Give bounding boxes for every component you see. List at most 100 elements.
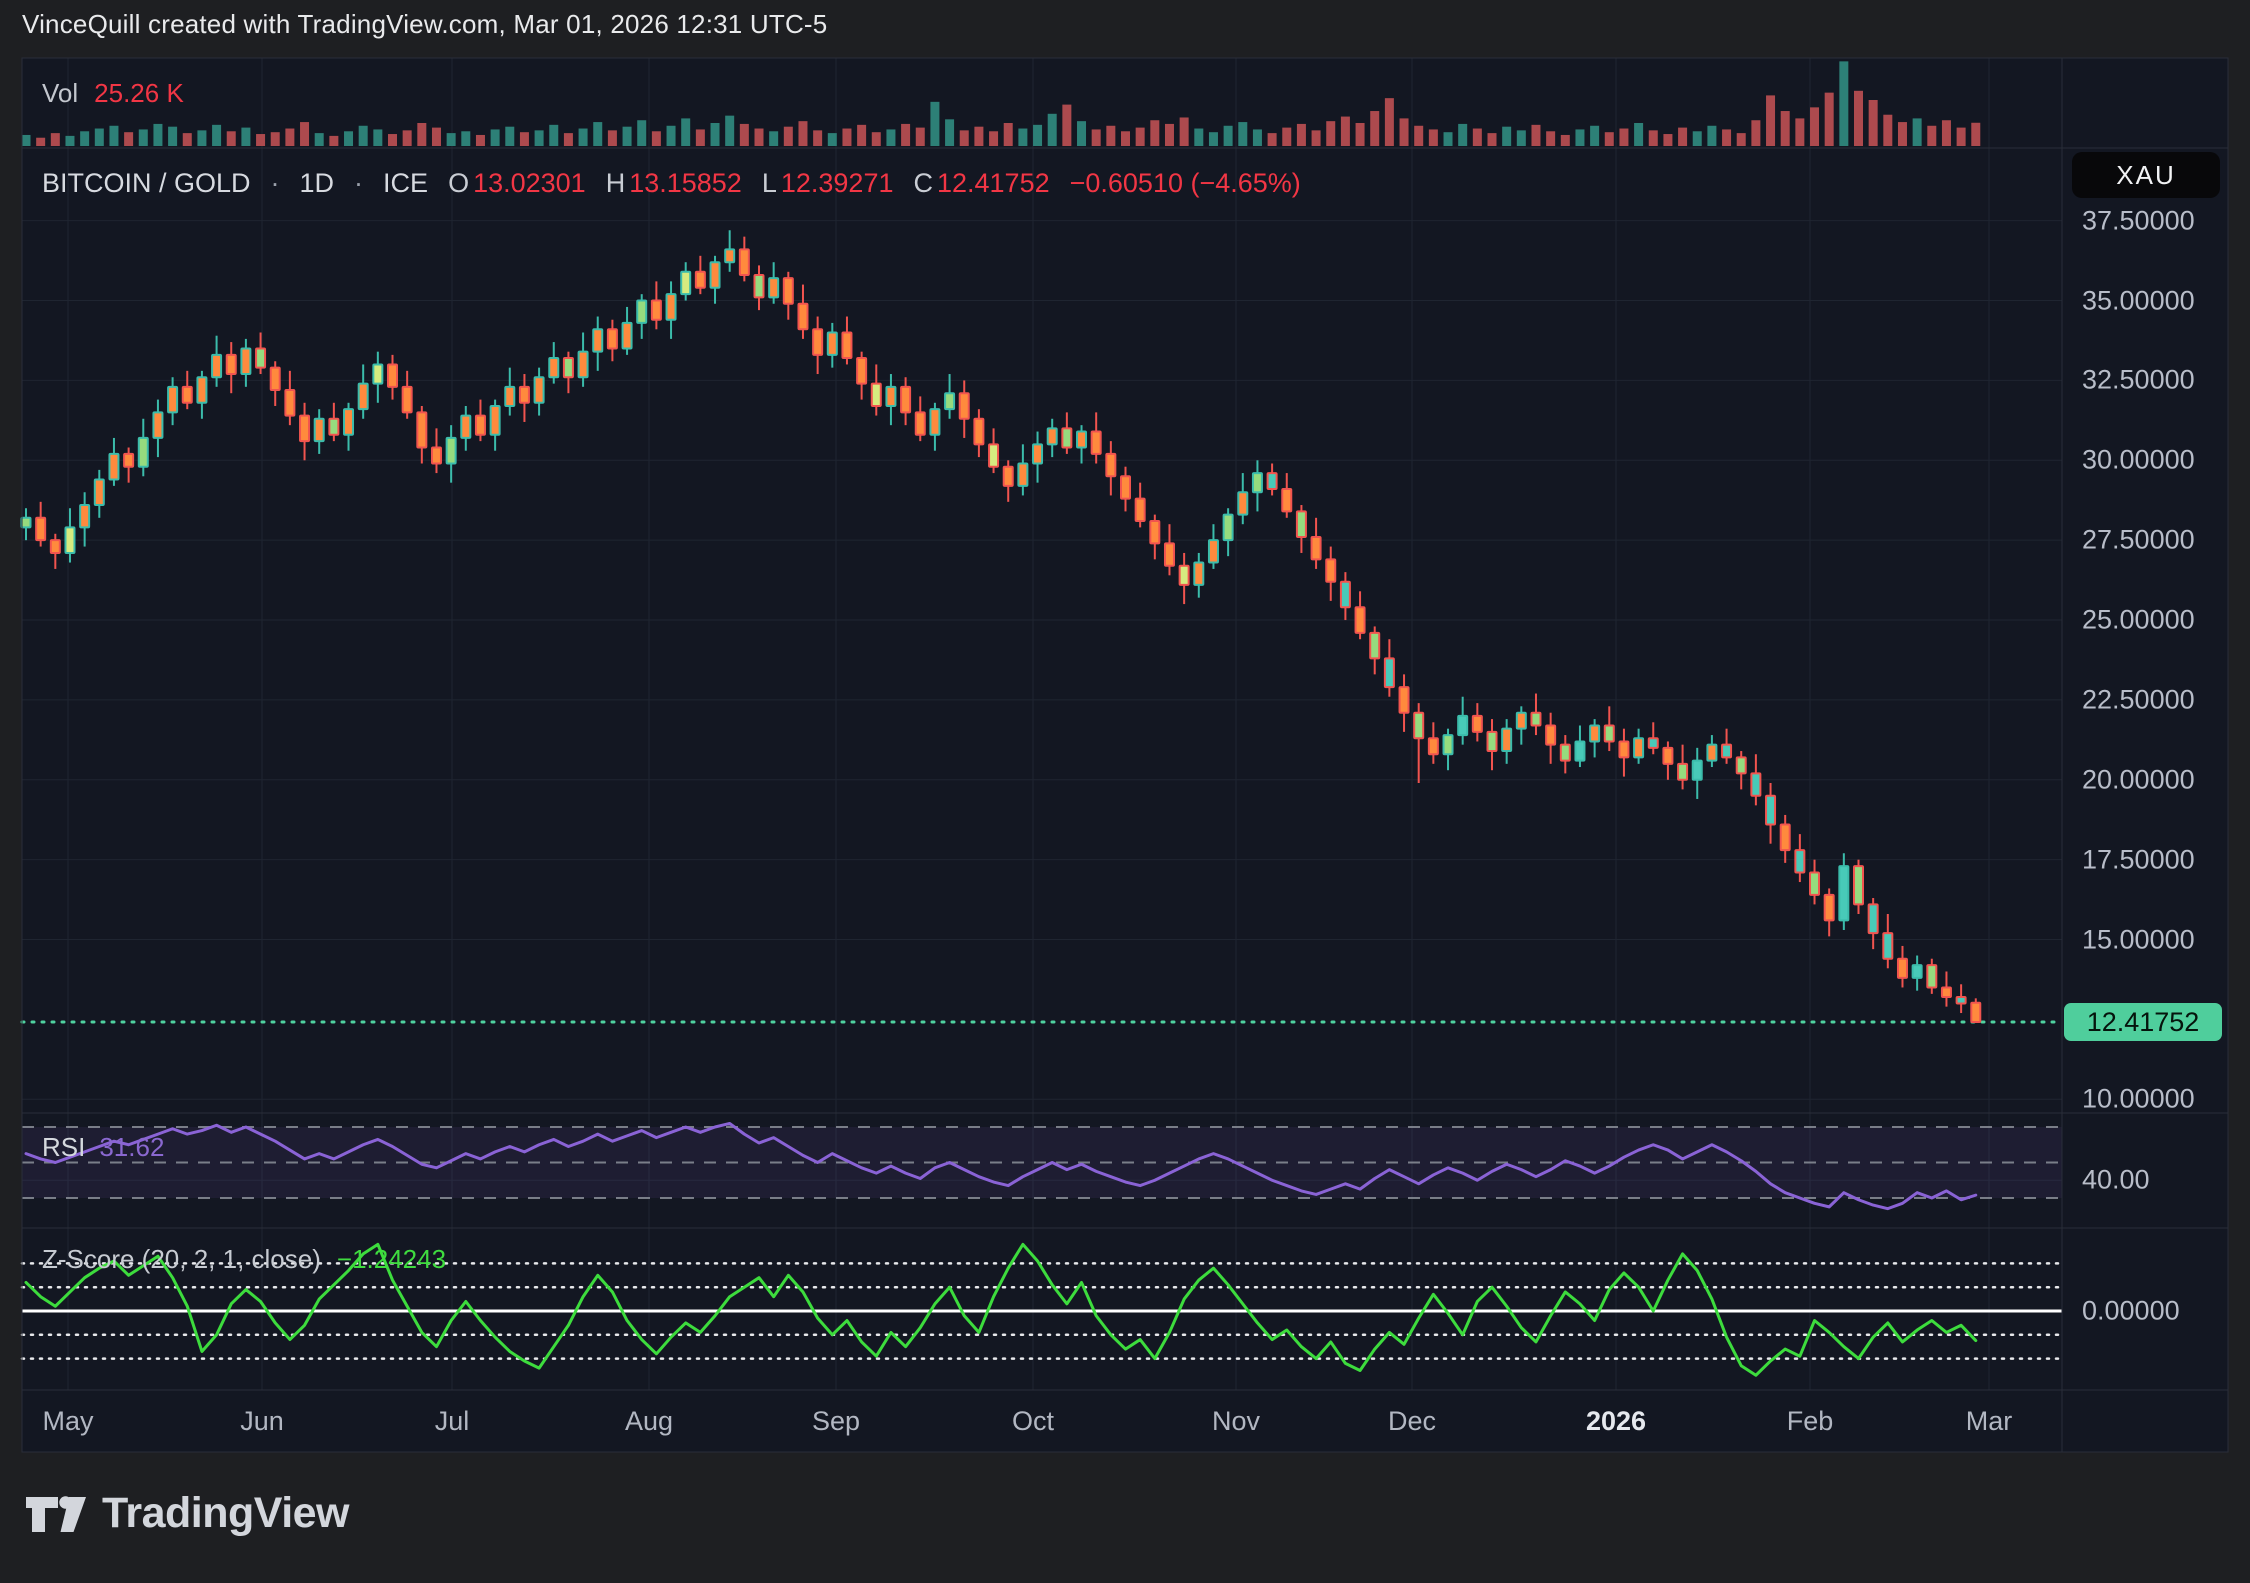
- volume-bar: [1180, 117, 1189, 146]
- volume-bar: [1092, 129, 1101, 146]
- volume-bar: [256, 134, 265, 146]
- candle-body: [593, 329, 602, 351]
- candle-body: [197, 377, 206, 403]
- candle-body: [1077, 432, 1086, 448]
- low-readout: L 12.39271: [762, 168, 894, 199]
- volume-bar: [960, 130, 969, 146]
- volume-bar: [1737, 133, 1746, 146]
- volume-bar: [505, 127, 514, 146]
- volume-bar: [842, 129, 851, 146]
- volume-bar: [740, 124, 749, 146]
- candle-body: [1282, 489, 1291, 511]
- volume-bar: [1825, 93, 1834, 146]
- volume-bar: [300, 122, 309, 146]
- attribution-text: VinceQuill created with TradingView.com,…: [22, 9, 827, 40]
- rsi-legend: RSI 31.62: [42, 1132, 164, 1163]
- volume-bar: [1473, 129, 1482, 146]
- volume-bar: [1444, 132, 1453, 146]
- price-tick-label: 32.50000: [2082, 365, 2195, 396]
- time-tick-month: Mar: [1966, 1406, 2013, 1437]
- candle-body: [1869, 904, 1878, 933]
- candle: [1971, 998, 1980, 1023]
- candle-body: [930, 409, 939, 435]
- candle-body: [1268, 473, 1277, 489]
- volume-bar: [432, 128, 441, 146]
- candle-body: [696, 272, 705, 288]
- chart-canvas[interactable]: [0, 0, 2250, 1583]
- candle-body: [1722, 745, 1731, 758]
- volume-bar: [1356, 123, 1365, 146]
- zscore-legend: Z-Score (20, 2, 1, close) −1.24243: [42, 1244, 446, 1275]
- symbol-name[interactable]: BITCOIN / GOLD: [42, 168, 251, 199]
- volume-bar: [1619, 129, 1628, 146]
- volume-bar: [1649, 130, 1658, 146]
- candle-body: [637, 301, 646, 323]
- rsi-title[interactable]: RSI: [42, 1132, 85, 1163]
- candle-body: [755, 275, 764, 297]
- volume-bar: [579, 129, 588, 146]
- time-tick-month: Feb: [1787, 1406, 1834, 1437]
- candle-body: [1561, 745, 1570, 761]
- volume-bar: [1957, 128, 1966, 146]
- candle-body: [1106, 454, 1115, 476]
- candle-body: [1781, 825, 1790, 851]
- zscore-title[interactable]: Z-Score (20, 2, 1, close): [42, 1244, 321, 1275]
- candle-body: [80, 505, 89, 527]
- rsi-value: 31.62: [99, 1132, 164, 1163]
- price-tick-label: 25.00000: [2082, 605, 2195, 636]
- candle-body: [1649, 738, 1658, 748]
- candle-body: [974, 419, 983, 445]
- candle-body: [51, 540, 60, 553]
- price-unit-badge[interactable]: XAU: [2072, 152, 2220, 198]
- ticker-header: BITCOIN / GOLD · 1D · ICE O 13.02301 H 1…: [42, 168, 1301, 199]
- volume-bar: [974, 127, 983, 146]
- candle-body: [681, 272, 690, 294]
- volume-bar: [1018, 129, 1027, 146]
- volume-bar: [403, 130, 412, 146]
- candle-body: [1531, 713, 1540, 726]
- volume-bar: [1502, 127, 1511, 146]
- tradingview-logo[interactable]: TradingView: [24, 1489, 349, 1538]
- candle-body: [1766, 796, 1775, 825]
- candle-body: [1150, 521, 1159, 543]
- volume-bar: [1048, 114, 1057, 146]
- volume-bar: [1062, 105, 1071, 146]
- volume-bar: [1561, 135, 1570, 146]
- candle-body: [1839, 866, 1848, 920]
- volume-bar: [813, 130, 822, 146]
- volume-bar: [681, 118, 690, 146]
- volume-bar: [989, 131, 998, 146]
- price-tick-label: 22.50000: [2082, 684, 2195, 715]
- candle-body: [256, 348, 265, 367]
- volume-bar: [168, 127, 177, 146]
- candle-body: [579, 352, 588, 378]
- volume-bar: [564, 133, 573, 146]
- candle-body: [623, 323, 632, 349]
- candle-body: [285, 390, 294, 416]
- tradingview-logo-icon: [24, 1490, 88, 1538]
- candle-body: [798, 304, 807, 330]
- tradingview-snapshot: { "attribution": "VinceQuill created wit…: [0, 0, 2250, 1583]
- price-tick-label: 37.50000: [2082, 205, 2195, 236]
- volume-bar: [417, 123, 426, 146]
- chart-background: [22, 58, 2228, 1452]
- volume-bar: [711, 123, 720, 146]
- candle-body: [1400, 687, 1409, 713]
- candle-body: [1619, 741, 1628, 757]
- volume-bar: [593, 122, 602, 146]
- candle-body: [241, 348, 250, 374]
- candle-body: [740, 249, 749, 275]
- candle-body: [1429, 738, 1438, 754]
- volume-bar: [183, 133, 192, 146]
- candle-body: [124, 454, 133, 467]
- separator-dot: ·: [271, 168, 280, 199]
- volume-bar: [930, 102, 939, 146]
- volume-bar: [124, 132, 133, 146]
- volume-legend: Vol 25.26 K: [42, 78, 184, 109]
- tradingview-logo-text: TradingView: [102, 1489, 349, 1538]
- interval-label[interactable]: 1D: [300, 168, 335, 199]
- candle-body: [1883, 933, 1892, 959]
- candle-body: [95, 479, 104, 505]
- candle-body: [403, 387, 412, 413]
- candle-body: [667, 294, 676, 320]
